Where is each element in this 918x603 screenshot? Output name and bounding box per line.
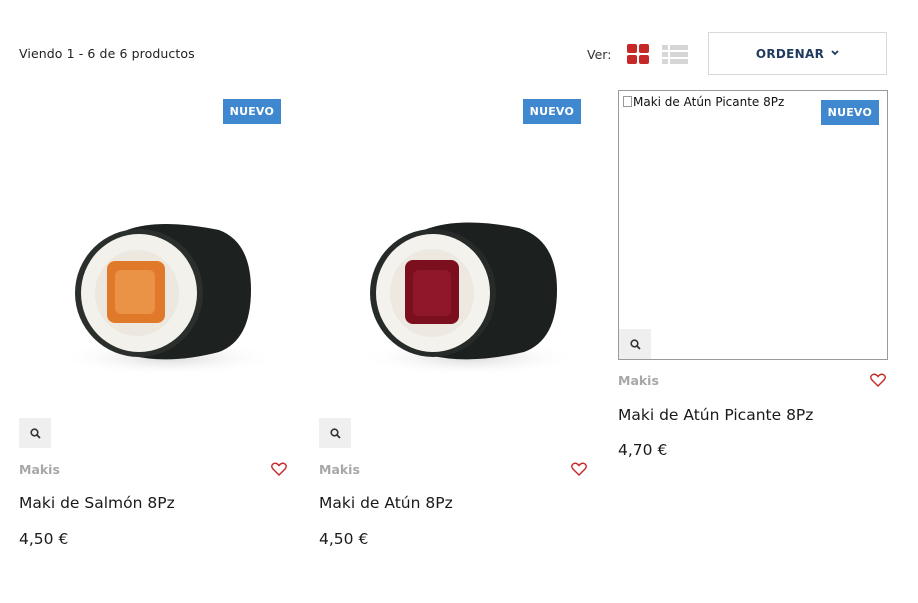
search-icon: [329, 424, 341, 443]
grid-cell-icon: [639, 55, 649, 64]
grid-cell-icon: [627, 55, 637, 64]
heart-icon[interactable]: [571, 461, 589, 477]
product-image[interactable]: NUEVO: [319, 90, 589, 448]
product-name-link[interactable]: Maki de Atún 8Pz: [319, 494, 453, 512]
chevron-down-icon: [831, 49, 839, 59]
product-image[interactable]: Maki de Atún Picante 8Pz NUEVO: [618, 90, 888, 360]
product-price: 4,50 €: [19, 530, 69, 548]
list-view-icon[interactable]: [662, 44, 688, 66]
new-badge: NUEVO: [222, 99, 281, 124]
new-badge: NUEVO: [820, 100, 879, 125]
product-card[interactable]: NUEVO Makis Maki de Atún 8Pz 4,50 €: [319, 90, 589, 570]
quick-view-button[interactable]: [619, 329, 651, 359]
search-icon: [629, 335, 641, 354]
product-name-link[interactable]: Maki de Salmón 8Pz: [19, 494, 175, 512]
view-label: Ver:: [587, 47, 612, 62]
heart-icon[interactable]: [870, 372, 888, 388]
quick-view-button[interactable]: [19, 418, 51, 448]
sort-button[interactable]: ORDENAR: [708, 32, 887, 75]
grid-cell-icon: [627, 44, 637, 53]
shop-toolbar: Viendo 1 - 6 de 6 productos Ver: ORDENAR: [0, 0, 918, 90]
product-category[interactable]: Makis: [319, 462, 360, 477]
search-icon: [29, 424, 41, 443]
tuna-maki-image: [359, 222, 579, 376]
results-count: Viendo 1 - 6 de 6 productos: [19, 46, 195, 61]
product-name-link[interactable]: Maki de Atún Picante 8Pz: [618, 406, 813, 424]
quick-view-button[interactable]: [319, 418, 351, 448]
product-price: 4,50 €: [319, 530, 369, 548]
product-category[interactable]: Makis: [618, 373, 659, 388]
image-alt-text: Maki de Atún Picante 8Pz: [633, 95, 785, 109]
salmon-maki-image: [59, 224, 279, 376]
product-category[interactable]: Makis: [19, 462, 60, 477]
product-card[interactable]: NUEVO Makis Maki de Salmón 8Pz 4,50 €: [19, 90, 289, 570]
product-card[interactable]: Maki de Atún Picante 8Pz NUEVO Makis Mak…: [618, 90, 888, 570]
new-badge: NUEVO: [522, 99, 581, 124]
grid-cell-icon: [639, 44, 649, 53]
broken-image-alt: Maki de Atún Picante 8Pz: [623, 95, 784, 109]
product-price: 4,70 €: [618, 441, 668, 459]
product-image[interactable]: NUEVO: [19, 90, 289, 448]
sort-label: ORDENAR: [755, 46, 825, 61]
heart-icon[interactable]: [271, 461, 289, 477]
broken-image-icon: [623, 96, 632, 107]
grid-view-icon[interactable]: [627, 44, 651, 66]
